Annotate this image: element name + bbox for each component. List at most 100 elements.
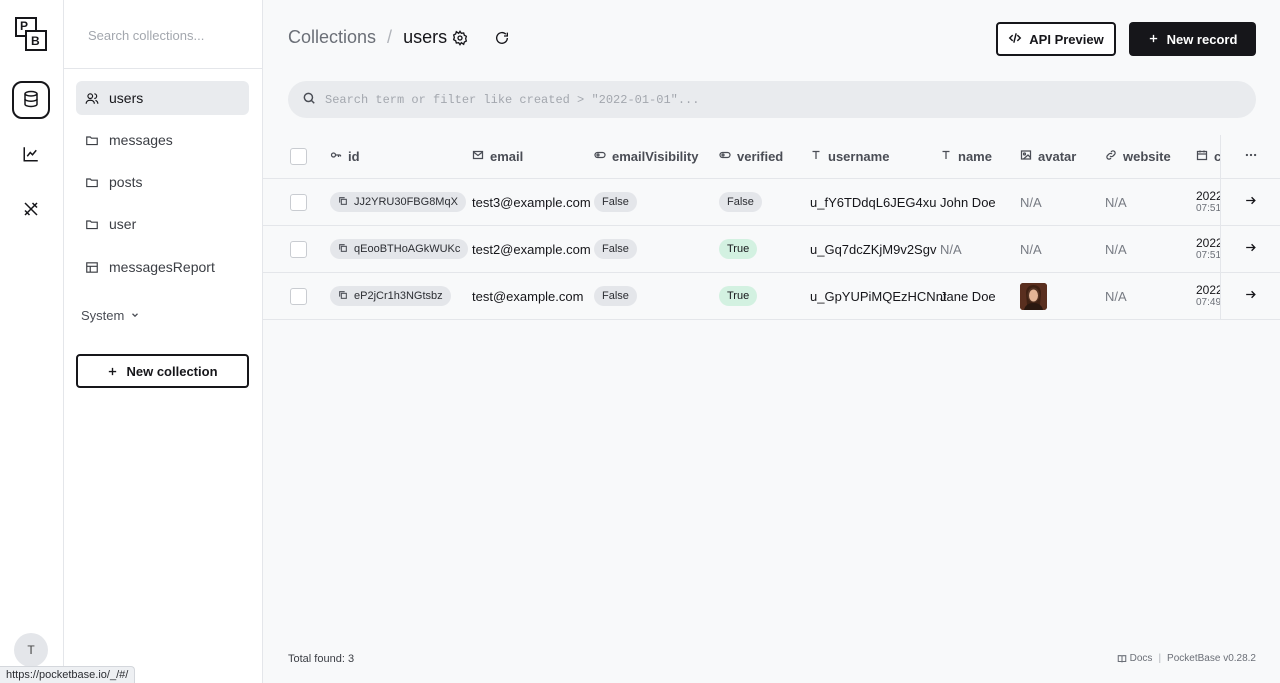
sidebar-item-posts[interactable]: posts: [76, 165, 249, 199]
search-icon: [302, 91, 316, 108]
column-header-created[interactable]: created: [1196, 135, 1220, 178]
column-header-username[interactable]: username: [810, 135, 889, 178]
id-badge[interactable]: qEooBTHoAGkWUKc: [330, 239, 469, 259]
copy-icon: [338, 290, 354, 303]
row-select-cell: [290, 179, 307, 225]
avatar-cell: N/A: [1020, 241, 1042, 257]
website-cell: N/A: [1105, 194, 1127, 210]
bool-badge: True: [719, 239, 758, 259]
open-record-button[interactable]: [1220, 273, 1280, 319]
id-cell: eP2jCr1h3NGtsbz: [330, 273, 451, 319]
email-cell: test2@example.com: [472, 241, 591, 257]
open-record-button[interactable]: [1220, 179, 1280, 225]
more-horizontal-icon: [1244, 148, 1258, 165]
select-all-checkbox[interactable]: [290, 148, 307, 165]
collections-nav-button[interactable]: [12, 81, 50, 119]
column-header-id[interactable]: id: [330, 135, 360, 178]
arrow-right-icon: [1244, 288, 1257, 304]
table-row[interactable]: qEooBTHoAGkWUKc test2@example.com False …: [263, 226, 1280, 273]
total-found-label: Total found:: [288, 653, 345, 665]
id-badge[interactable]: eP2jCr1h3NGtsbz: [330, 286, 451, 306]
bool-badge: False: [719, 192, 762, 212]
id-cell: JJ2YRU30FBG8MqX: [330, 179, 466, 225]
docs-link[interactable]: Docs: [1130, 653, 1153, 664]
column-header-label: email: [490, 149, 524, 164]
column-header-avatar[interactable]: avatar: [1020, 135, 1076, 178]
sidebar-item-messagesReport[interactable]: messagesReport: [76, 250, 249, 284]
email-visibility-cell: False: [594, 226, 637, 272]
link-icon: [1105, 149, 1123, 164]
collection-settings-button[interactable]: [450, 29, 470, 49]
row-checkbox[interactable]: [290, 240, 307, 258]
bool-badge: False: [594, 192, 637, 212]
folder-icon: [85, 175, 99, 189]
calendar-icon: [1196, 149, 1214, 164]
breadcrumb-separator: /: [387, 27, 393, 47]
database-icon: [22, 90, 40, 111]
name-cell: John Doe: [940, 194, 996, 210]
columns-menu-button[interactable]: [1220, 135, 1280, 178]
new-collection-button[interactable]: New collection: [76, 354, 249, 388]
collections-sidebar: users messages posts user messagesReport…: [64, 0, 263, 683]
sidebar-item-user[interactable]: user: [76, 207, 249, 241]
users-icon: [85, 91, 99, 105]
avatar-thumbnail[interactable]: [1020, 282, 1047, 310]
column-header-label: verified: [737, 149, 784, 164]
copy-icon: [338, 243, 354, 256]
breadcrumb-collections-link[interactable]: Collections: [288, 27, 376, 48]
column-header-label: username: [828, 149, 890, 164]
records-search-input[interactable]: [325, 92, 1225, 107]
column-header-emailVisibility[interactable]: emailVisibility: [594, 135, 698, 178]
svg-text:P: P: [20, 19, 28, 33]
admin-avatar[interactable]: T: [14, 633, 48, 667]
column-header-website[interactable]: website: [1105, 135, 1171, 178]
created-date: 2022: [1196, 189, 1220, 203]
username-cell: u_fY6TDdqL6JEG4xu: [810, 194, 937, 210]
column-header-name[interactable]: name: [940, 135, 992, 178]
logs-nav-button[interactable]: [12, 136, 50, 174]
api-preview-label: API Preview: [1029, 31, 1104, 47]
column-header-email[interactable]: email: [472, 135, 523, 178]
id-value: qEooBTHoAGkWUKc: [354, 243, 461, 255]
api-preview-button[interactable]: API Preview: [996, 22, 1116, 56]
collections-search-input[interactable]: [88, 22, 248, 48]
new-record-button[interactable]: New record: [1129, 22, 1256, 56]
email-cell: test3@example.com: [472, 194, 591, 210]
version-link[interactable]: PocketBase v0.28.2: [1167, 653, 1256, 664]
refresh-icon: [494, 30, 510, 49]
sidebar-item-messages[interactable]: messages: [76, 123, 249, 157]
table-row[interactable]: eP2jCr1h3NGtsbz test@example.com False T…: [263, 273, 1280, 320]
column-header-verified[interactable]: verified: [719, 135, 783, 178]
email-visibility-cell: False: [594, 273, 637, 319]
image-icon: [1020, 149, 1038, 164]
open-record-button[interactable]: [1220, 226, 1280, 272]
new-record-label: New record: [1166, 31, 1238, 47]
row-select-cell: [290, 273, 307, 319]
row-checkbox[interactable]: [290, 287, 307, 305]
sidebar-item-users[interactable]: users: [76, 81, 249, 115]
name-cell: Jane Doe: [940, 288, 996, 304]
created-cell: 2022 07:49: [1196, 273, 1220, 319]
footer-separator: |: [1158, 653, 1162, 664]
row-checkbox[interactable]: [290, 193, 307, 211]
book-icon: [1117, 654, 1127, 664]
sidebar-item-label: messagesReport: [109, 259, 215, 275]
collections-search: [64, 0, 263, 69]
breadcrumb: Collections / users: [288, 27, 447, 48]
folder-icon: [85, 133, 99, 147]
settings-nav-button[interactable]: [12, 191, 50, 229]
table-row[interactable]: JJ2YRU30FBG8MqX test3@example.com False …: [263, 179, 1280, 226]
refresh-button[interactable]: [492, 29, 512, 49]
toggle-icon: [594, 149, 612, 164]
column-header-label: name: [958, 149, 992, 164]
pocketbase-logo[interactable]: P B: [14, 16, 48, 52]
main-content: Collections / users API Preview New reco…: [263, 0, 1280, 683]
system-collections-toggle[interactable]: System: [81, 308, 140, 323]
app-navbar: P B T: [0, 0, 64, 683]
key-icon: [330, 149, 348, 164]
id-badge[interactable]: JJ2YRU30FBG8MqX: [330, 192, 466, 212]
column-header-label: id: [348, 149, 360, 164]
system-label: System: [81, 308, 125, 323]
arrow-right-icon: [1244, 194, 1257, 210]
plus-icon: [107, 366, 118, 377]
